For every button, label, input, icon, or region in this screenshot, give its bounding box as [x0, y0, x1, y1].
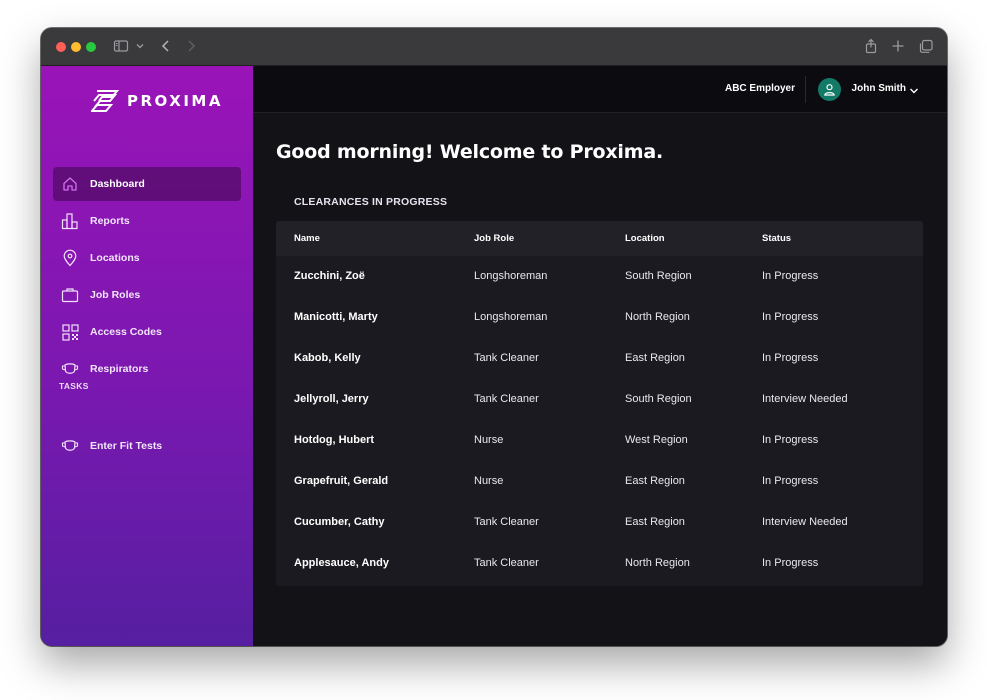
cell-status: In Progress [762, 311, 819, 323]
table-row[interactable]: Jellyroll, Jerry Tank Cleaner South Regi… [276, 379, 923, 420]
table-row[interactable]: Manicotti, Marty Longshoreman North Regi… [276, 297, 923, 338]
column-header-status[interactable]: Status [762, 233, 791, 244]
avatar[interactable] [818, 78, 841, 101]
column-header-name[interactable]: Name [294, 233, 320, 244]
sidebar-item-label: Locations [90, 252, 140, 264]
sidebar-item-locations[interactable]: Locations [53, 241, 241, 275]
browser-window: PROXIMA Dashboard Reports Locations Job [41, 28, 947, 646]
page-title: Good morning! Welcome to Proxima. [276, 141, 663, 163]
sidebar-toggle-icon[interactable] [113, 38, 129, 54]
sidebar-item-label: Reports [90, 215, 130, 227]
sidebar-item-label: Job Roles [90, 289, 141, 301]
cell-name: Zucchini, Zoë [294, 270, 365, 282]
cell-location: North Region [625, 557, 690, 569]
cell-location: East Region [625, 516, 685, 528]
sidebar-item-label: Dashboard [90, 178, 145, 190]
sidebar-item-job-roles[interactable]: Job Roles [53, 278, 241, 312]
chevron-down-icon[interactable] [135, 41, 145, 51]
browser-titlebar [41, 28, 947, 66]
cell-name: Jellyroll, Jerry [294, 393, 369, 405]
cell-location: West Region [625, 434, 688, 446]
header-divider [805, 76, 806, 103]
proxima-logo[interactable]: PROXIMA [91, 88, 223, 114]
minimize-window-button[interactable] [71, 42, 81, 52]
sidebar-item-label: Access Codes [90, 326, 162, 338]
column-header-job-role[interactable]: Job Role [474, 233, 514, 244]
clearances-section-title: CLEARANCES IN PROGRESS [294, 196, 448, 208]
home-icon [61, 175, 79, 193]
table-header: Name Job Role Location Status [276, 221, 923, 256]
cell-status: In Progress [762, 352, 819, 364]
new-tab-icon[interactable] [891, 38, 905, 54]
cell-job-role: Tank Cleaner [474, 516, 539, 528]
cell-location: South Region [625, 393, 692, 405]
top-header: ABC Employer John Smith [253, 66, 947, 113]
cell-job-role: Tank Cleaner [474, 557, 539, 569]
column-header-location[interactable]: Location [625, 233, 665, 244]
sidebar: PROXIMA Dashboard Reports Locations Job [41, 66, 253, 646]
sidebar-item-reports[interactable]: Reports [53, 204, 241, 238]
tasks-section-label: TASKS [59, 381, 89, 391]
bar-chart-icon [61, 212, 79, 230]
qr-code-icon [61, 323, 79, 341]
user-menu-button[interactable]: John Smith [852, 83, 906, 94]
tab-overview-icon[interactable] [918, 38, 934, 54]
cell-location: East Region [625, 475, 685, 487]
table-row[interactable]: Hotdog, Hubert Nurse West Region In Prog… [276, 420, 923, 461]
cell-location: East Region [625, 352, 685, 364]
cell-location: North Region [625, 311, 690, 323]
employer-switcher[interactable]: ABC Employer [725, 83, 795, 94]
respirator-icon [61, 437, 79, 455]
table-row[interactable]: Grapefruit, Gerald Nurse East Region In … [276, 461, 923, 502]
table-row[interactable]: Applesauce, Andy Tank Cleaner North Regi… [276, 543, 923, 584]
cell-name: Manicotti, Marty [294, 311, 378, 323]
cell-status: Interview Needed [762, 516, 848, 528]
table-row[interactable]: Kabob, Kelly Tank Cleaner East Region In… [276, 338, 923, 379]
cell-name: Applesauce, Andy [294, 557, 389, 569]
proxima-logo-icon [91, 90, 120, 112]
table-row[interactable]: Zucchini, Zoë Longshoreman South Region … [276, 256, 923, 297]
chevron-down-icon[interactable] [909, 83, 919, 101]
cell-name: Hotdog, Hubert [294, 434, 375, 446]
forward-arrow-icon[interactable] [184, 38, 198, 54]
clearances-table: Name Job Role Location Status Zucchini, … [276, 221, 923, 586]
zoom-window-button[interactable] [86, 42, 96, 52]
cell-job-role: Tank Cleaner [474, 352, 539, 364]
cell-job-role: Nurse [474, 434, 504, 446]
sidebar-item-label: Enter Fit Tests [90, 440, 163, 452]
main-content: Good morning! Welcome to Proxima. CLEARA… [253, 113, 947, 646]
brand-name: PROXIMA [127, 92, 223, 110]
cell-job-role: Tank Cleaner [474, 393, 539, 405]
cell-status: In Progress [762, 557, 819, 569]
cell-name: Cucumber, Cathy [294, 516, 385, 528]
cell-name: Grapefruit, Gerald [294, 475, 389, 487]
cell-status: Interview Needed [762, 393, 848, 405]
cell-name: Kabob, Kelly [294, 352, 361, 364]
cell-status: In Progress [762, 270, 819, 282]
back-arrow-icon[interactable] [159, 38, 173, 54]
cell-job-role: Nurse [474, 475, 504, 487]
cell-status: In Progress [762, 475, 819, 487]
user-icon [824, 84, 835, 96]
sidebar-item-enter-fit-tests[interactable]: Enter Fit Tests [53, 429, 241, 463]
cell-location: South Region [625, 270, 692, 282]
briefcase-icon [61, 286, 79, 304]
share-icon[interactable] [864, 38, 878, 54]
cell-job-role: Longshoreman [474, 311, 548, 323]
sidebar-item-access-codes[interactable]: Access Codes [53, 315, 241, 349]
close-window-button[interactable] [56, 42, 66, 52]
map-pin-icon [61, 249, 79, 267]
table-row[interactable]: Cucumber, Cathy Tank Cleaner East Region… [276, 502, 923, 543]
sidebar-item-label: Respirators [90, 363, 149, 375]
sidebar-item-dashboard[interactable]: Dashboard [53, 167, 241, 201]
cell-job-role: Longshoreman [474, 270, 548, 282]
cell-status: In Progress [762, 434, 819, 446]
respirator-icon [61, 360, 79, 378]
